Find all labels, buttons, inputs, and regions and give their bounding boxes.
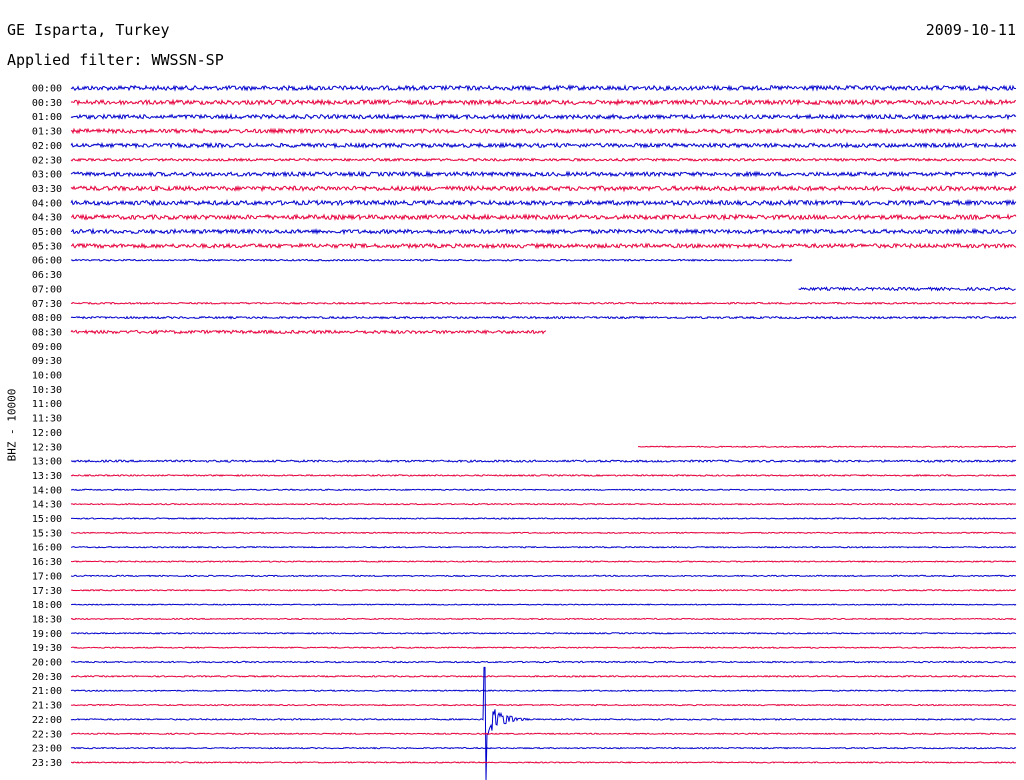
row-time-label: 13:00 bbox=[32, 457, 62, 468]
trace-segment bbox=[70, 732, 1017, 736]
row-time-label: 03:30 bbox=[32, 184, 62, 195]
trace-segment bbox=[70, 329, 547, 336]
trace-segment bbox=[70, 646, 1017, 649]
row-time-label: 16:00 bbox=[32, 543, 62, 554]
trace-segment bbox=[70, 588, 1017, 592]
helicorder-plot: 00:00 00:30 01:00 01:30 02:00 02:30 03:00 03:30… bbox=[32, 84, 1017, 780]
row-time-label: 22:00 bbox=[32, 715, 62, 726]
row-time-label: 04:30 bbox=[32, 213, 62, 224]
row-time-label: 15:30 bbox=[32, 528, 62, 539]
trace-segment bbox=[70, 112, 1017, 121]
trace-segment bbox=[70, 531, 1017, 535]
row-time-label: 07:30 bbox=[32, 299, 62, 310]
row-time-label: 17:30 bbox=[32, 586, 62, 597]
row-time-label: 11:30 bbox=[32, 414, 62, 425]
row-time-label: 21:30 bbox=[32, 701, 62, 712]
row-time-label: 19:30 bbox=[32, 643, 62, 654]
trace-segment bbox=[70, 545, 1017, 549]
row-time-label: 02:00 bbox=[32, 141, 62, 152]
trace-segment bbox=[70, 157, 1017, 163]
trace-segment bbox=[70, 488, 1017, 492]
trace-segment bbox=[70, 617, 1017, 621]
row-time-label: 16:30 bbox=[32, 557, 62, 568]
row-time-label: 22:30 bbox=[32, 729, 62, 740]
row-time-label: 12:00 bbox=[32, 428, 62, 439]
row-time-label: 01:00 bbox=[32, 112, 62, 123]
trace-segment bbox=[70, 213, 1017, 222]
trace-segment bbox=[70, 517, 1017, 520]
trace-segment bbox=[70, 141, 1017, 150]
row-time-label: 18:00 bbox=[32, 600, 62, 611]
trace-segment bbox=[70, 746, 1017, 750]
row-time-label: 15:00 bbox=[32, 514, 62, 525]
row-time-label: 19:00 bbox=[32, 629, 62, 640]
row-time-label: 11:00 bbox=[32, 399, 62, 410]
row-time-label: 00:00 bbox=[32, 84, 62, 95]
trace-segment bbox=[70, 703, 1017, 707]
row-time-label: 09:30 bbox=[32, 356, 62, 367]
row-time-label: 23:00 bbox=[32, 744, 62, 755]
row-time-label: 21:00 bbox=[32, 686, 62, 697]
row-time-label: 13:30 bbox=[32, 471, 62, 482]
trace-segment bbox=[70, 660, 1017, 664]
row-time-label: 09:00 bbox=[32, 342, 62, 353]
trace-segment bbox=[70, 674, 1017, 678]
row-time-label: 05:00 bbox=[32, 227, 62, 238]
row-time-label: 07:00 bbox=[32, 284, 62, 295]
trace-segment bbox=[70, 258, 793, 262]
row-time-label: 05:30 bbox=[32, 241, 62, 252]
row-time-label: 18:30 bbox=[32, 614, 62, 625]
trace-segment bbox=[70, 603, 1017, 606]
trace-segment bbox=[70, 170, 1017, 178]
row-time-label: 20:30 bbox=[32, 672, 62, 683]
row-time-label: 14:30 bbox=[32, 500, 62, 511]
trace-segment bbox=[70, 502, 1016, 506]
row-time-label: 08:30 bbox=[32, 327, 62, 338]
trace-segment bbox=[70, 84, 1017, 92]
trace-segment bbox=[70, 689, 1017, 693]
trace-segment bbox=[71, 761, 1017, 764]
row-time-label: 12:30 bbox=[32, 442, 62, 453]
row-time-label: 23:30 bbox=[32, 758, 62, 769]
trace-segment bbox=[70, 184, 1017, 193]
row-time-label: 08:00 bbox=[32, 313, 62, 324]
trace-segment bbox=[70, 198, 1017, 207]
trace-segment bbox=[70, 574, 1017, 578]
row-time-label: 06:00 bbox=[32, 256, 62, 267]
trace-segment bbox=[70, 127, 1017, 135]
trace-segment bbox=[71, 242, 1017, 250]
row-time-label: 06:30 bbox=[32, 270, 62, 281]
row-time-label: 10:00 bbox=[32, 371, 62, 382]
trace-segment bbox=[637, 445, 1017, 448]
row-time-label: 04:00 bbox=[32, 198, 62, 209]
trace-segment bbox=[70, 301, 1017, 305]
row-time-label: 02:30 bbox=[32, 155, 62, 166]
row-time-label: 10:30 bbox=[32, 385, 62, 396]
trace-segment bbox=[798, 286, 1016, 292]
row-time-label: 14:00 bbox=[32, 485, 62, 496]
trace-segment bbox=[70, 227, 1017, 236]
row-time-label: 20:00 bbox=[32, 658, 62, 669]
trace-segment bbox=[70, 560, 1017, 563]
trace-segment bbox=[70, 98, 1017, 107]
row-time-label: 00:30 bbox=[32, 98, 62, 109]
trace-segment bbox=[70, 315, 1017, 320]
row-time-label: 17:00 bbox=[32, 571, 62, 582]
row-time-label: 01:30 bbox=[32, 127, 62, 138]
trace-segment bbox=[70, 631, 1017, 635]
row-time-label: 03:00 bbox=[32, 170, 62, 181]
trace-segment bbox=[70, 459, 1017, 464]
trace-segment bbox=[70, 473, 1017, 477]
